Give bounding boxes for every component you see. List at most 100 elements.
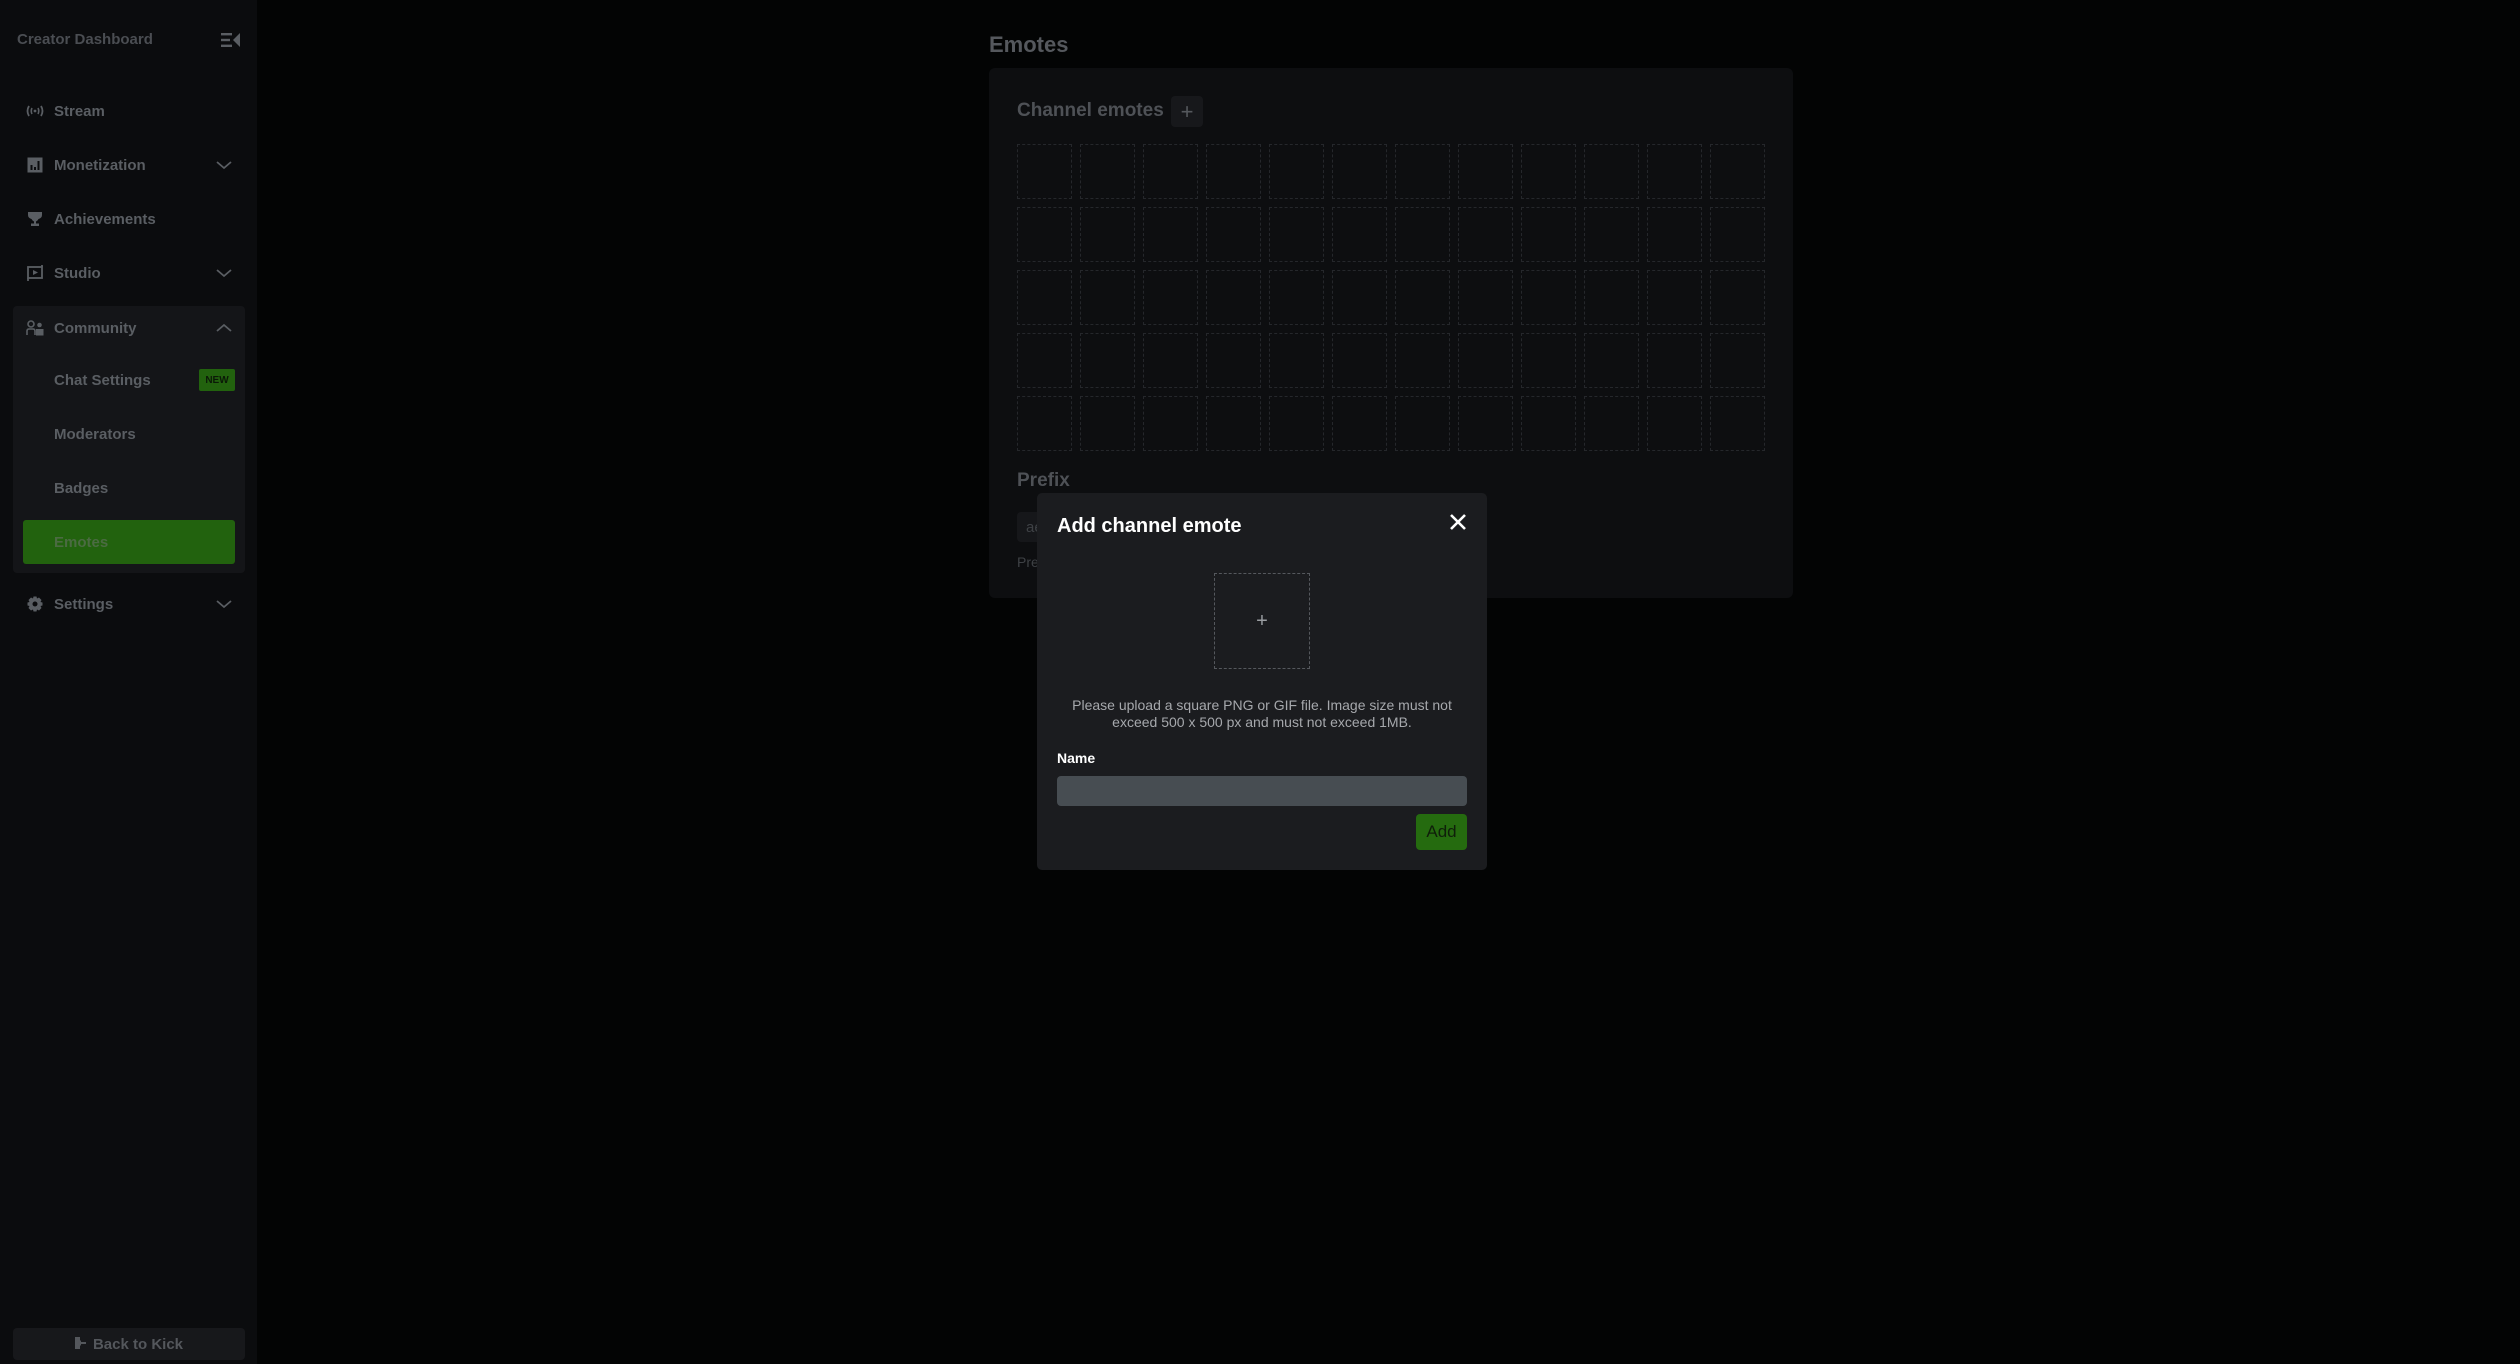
emote-slot[interactable] xyxy=(1584,207,1639,262)
chevron-down-icon xyxy=(216,161,232,170)
emote-slot[interactable] xyxy=(1521,396,1576,451)
emote-slot[interactable] xyxy=(1080,396,1135,451)
sidebar-item-label: Monetization xyxy=(54,156,146,174)
emote-slot[interactable] xyxy=(1206,333,1261,388)
sidebar: Creator Dashboard Stream Monetization Ac… xyxy=(0,0,257,1364)
emote-slot[interactable] xyxy=(1269,270,1324,325)
add-button[interactable]: Add xyxy=(1416,814,1467,850)
emote-slot[interactable] xyxy=(1395,144,1450,199)
emote-slot[interactable] xyxy=(1143,207,1198,262)
emote-slot[interactable] xyxy=(1395,270,1450,325)
emote-slot[interactable] xyxy=(1584,396,1639,451)
trophy-icon xyxy=(26,210,44,228)
emote-slot[interactable] xyxy=(1458,144,1513,199)
emote-slot[interactable] xyxy=(1143,270,1198,325)
emote-slot[interactable] xyxy=(1206,396,1261,451)
close-icon[interactable] xyxy=(1448,512,1468,532)
emote-slot[interactable] xyxy=(1584,144,1639,199)
sidebar-title: Creator Dashboard xyxy=(17,31,153,48)
sidebar-item-badges[interactable]: Badges xyxy=(23,466,235,510)
emote-slot[interactable] xyxy=(1332,333,1387,388)
emote-slot[interactable] xyxy=(1080,333,1135,388)
image-upload-dropzone[interactable]: + xyxy=(1214,573,1310,669)
emote-slot[interactable] xyxy=(1584,270,1639,325)
sidebar-item-label: Emotes xyxy=(54,533,109,551)
emote-slot[interactable] xyxy=(1458,333,1513,388)
emote-slot[interactable] xyxy=(1269,333,1324,388)
emote-slot[interactable] xyxy=(1584,333,1639,388)
emote-slot[interactable] xyxy=(1710,396,1765,451)
name-label: Name xyxy=(1057,750,1096,766)
emote-slot[interactable] xyxy=(1143,144,1198,199)
emote-slot[interactable] xyxy=(1080,207,1135,262)
emote-slot[interactable] xyxy=(1458,207,1513,262)
emote-slot-grid xyxy=(1017,144,1765,451)
exit-icon xyxy=(74,1336,87,1353)
emote-slot[interactable] xyxy=(1143,396,1198,451)
sidebar-item-studio[interactable]: Studio xyxy=(13,253,245,293)
emote-slot[interactable] xyxy=(1017,207,1072,262)
chevron-up-icon xyxy=(216,323,232,332)
emote-slot[interactable] xyxy=(1647,333,1702,388)
community-group: Community Chat Settings NEW Moderators B… xyxy=(13,306,245,573)
sidebar-item-stream[interactable]: Stream xyxy=(13,91,245,131)
emote-slot[interactable] xyxy=(1521,333,1576,388)
emote-slot[interactable] xyxy=(1395,333,1450,388)
emote-slot[interactable] xyxy=(1269,396,1324,451)
emote-slot[interactable] xyxy=(1395,207,1450,262)
emote-slot[interactable] xyxy=(1080,270,1135,325)
sidebar-item-label: Studio xyxy=(54,264,101,282)
add-emote-modal: Add channel emote + Please upload a squa… xyxy=(1037,493,1487,870)
sidebar-item-achievements[interactable]: Achievements xyxy=(13,199,245,239)
emote-slot[interactable] xyxy=(1458,270,1513,325)
add-emote-button[interactable]: + xyxy=(1171,96,1203,127)
emote-slot[interactable] xyxy=(1143,333,1198,388)
emote-slot[interactable] xyxy=(1206,270,1261,325)
emote-name-input[interactable] xyxy=(1057,776,1467,806)
emote-slot[interactable] xyxy=(1521,144,1576,199)
emote-slot[interactable] xyxy=(1710,270,1765,325)
emote-slot[interactable] xyxy=(1458,396,1513,451)
emote-slot[interactable] xyxy=(1269,144,1324,199)
sidebar-item-emotes[interactable]: Emotes xyxy=(23,520,235,564)
emote-slot[interactable] xyxy=(1080,144,1135,199)
sidebar-item-label: Settings xyxy=(54,595,114,613)
sidebar-item-chat-settings[interactable]: Chat Settings NEW xyxy=(23,358,235,402)
plus-icon: + xyxy=(1256,609,1268,632)
sidebar-item-monetization[interactable]: Monetization xyxy=(13,145,245,185)
emote-slot[interactable] xyxy=(1017,144,1072,199)
sidebar-item-moderators[interactable]: Moderators xyxy=(23,412,235,456)
emote-slot[interactable] xyxy=(1017,270,1072,325)
emote-slot[interactable] xyxy=(1647,207,1702,262)
emote-slot[interactable] xyxy=(1332,396,1387,451)
back-to-kick-button[interactable]: Back to Kick xyxy=(13,1328,245,1360)
prefix-help-text: Pre xyxy=(1017,554,1039,570)
back-to-kick-label: Back to Kick xyxy=(92,1335,184,1353)
sidebar-item-community[interactable]: Community xyxy=(13,308,245,348)
emote-slot[interactable] xyxy=(1521,270,1576,325)
sidebar-item-label: Chat Settings xyxy=(54,371,151,389)
emote-slot[interactable] xyxy=(1710,333,1765,388)
gear-icon xyxy=(26,595,44,613)
sidebar-item-settings[interactable]: Settings xyxy=(13,584,245,624)
emote-slot[interactable] xyxy=(1332,144,1387,199)
emote-slot[interactable] xyxy=(1647,270,1702,325)
upload-help-text: Please upload a square PNG or GIF file. … xyxy=(1072,697,1452,730)
emote-slot[interactable] xyxy=(1269,207,1324,262)
emote-slot[interactable] xyxy=(1017,396,1072,451)
emote-slot[interactable] xyxy=(1395,396,1450,451)
emote-slot[interactable] xyxy=(1332,270,1387,325)
broadcast-icon xyxy=(26,102,44,120)
emote-slot[interactable] xyxy=(1710,144,1765,199)
emote-slot[interactable] xyxy=(1647,144,1702,199)
emote-slot[interactable] xyxy=(1332,207,1387,262)
modal-title: Add channel emote xyxy=(1057,515,1242,537)
emote-slot[interactable] xyxy=(1206,144,1261,199)
emote-slot[interactable] xyxy=(1206,207,1261,262)
emote-slot[interactable] xyxy=(1710,207,1765,262)
prefix-title: Prefix xyxy=(1017,470,1070,491)
emote-slot[interactable] xyxy=(1521,207,1576,262)
emote-slot[interactable] xyxy=(1017,333,1072,388)
collapse-sidebar-icon[interactable] xyxy=(221,32,241,48)
emote-slot[interactable] xyxy=(1647,396,1702,451)
